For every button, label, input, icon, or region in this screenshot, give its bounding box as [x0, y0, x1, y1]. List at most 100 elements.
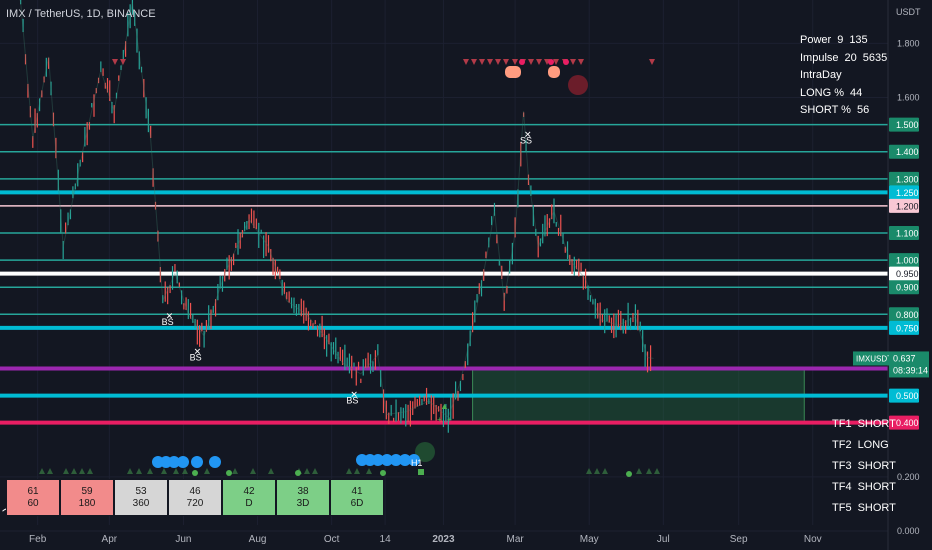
timeframe-box-top: 53: [135, 485, 147, 497]
signal-blob: [548, 66, 560, 78]
timeframe-signal: SHORT: [857, 418, 896, 430]
timeframe-box-bottom: 60: [27, 497, 39, 509]
timeframe-row: TF1 SHORT: [832, 414, 896, 435]
stats-label: IntraDay: [800, 69, 842, 81]
level-label: 1.400: [896, 147, 919, 157]
level-label: 0.500: [896, 391, 919, 401]
timeframe-box: 46 720: [168, 479, 222, 516]
signal-dot: [548, 59, 554, 65]
green-dot: [380, 470, 386, 476]
plus-icon: +: [437, 415, 442, 424]
level-label: 0.900: [896, 283, 919, 293]
stats-v1: 56: [856, 104, 870, 116]
signal-dot: [519, 59, 525, 65]
stats-row: SHORT % 56: [800, 102, 887, 120]
timeframe-label: TF1: [832, 418, 852, 430]
timeframe-box-bottom: 6D: [350, 497, 364, 509]
axis-currency-label: USDT: [896, 7, 921, 17]
timeframe-box-bottom: 3D: [296, 497, 310, 509]
signal-marker-label: BS: [190, 352, 202, 362]
blue-signal: [177, 456, 189, 468]
signal-blob: [505, 66, 521, 78]
timeframe-label: TF4: [832, 481, 852, 493]
time-tick-label: 2023: [432, 534, 455, 545]
stats-v2: 5635: [862, 51, 888, 64]
time-tick-label: Nov: [804, 534, 822, 545]
stats-label: SHORT %: [800, 104, 851, 116]
green-dot: [626, 471, 632, 477]
timeframe-box: 42 D: [222, 479, 276, 516]
time-tick-label: May: [580, 534, 599, 545]
green-dot: [226, 470, 232, 476]
price-tick-label: 1.800: [897, 38, 920, 48]
current-price-label: 0.637: [893, 353, 916, 363]
level-label: 1.250: [896, 188, 919, 198]
time-tick-label: Apr: [102, 534, 118, 545]
time-tick-label: Oct: [324, 534, 340, 545]
stats-row: Impulse 20 5635: [800, 50, 887, 68]
signal-circle: [568, 75, 588, 95]
price-tick-label: 0.200: [897, 472, 920, 482]
symbol-title[interactable]: IMX / TetherUS, 1D, BINANCE: [6, 8, 156, 20]
timeframe-signal: SHORT: [857, 481, 896, 493]
timeframe-box-top: 38: [297, 485, 309, 497]
timeframe-box-top: 42: [243, 485, 255, 497]
timeframe-box-bottom: 180: [78, 497, 96, 509]
stats-row: LONG % 44: [800, 85, 887, 103]
stats-label: Impulse: [800, 51, 839, 64]
timeframe-row: TF4 SHORT: [832, 477, 896, 498]
time-tick-label: Feb: [29, 534, 47, 545]
timeframe-box-top: 61: [27, 485, 39, 497]
stats-row: Power 9 135: [800, 32, 887, 50]
level-label: 0.950: [896, 269, 919, 279]
level-label: 1.300: [896, 174, 919, 184]
level-label: 1.100: [896, 229, 919, 239]
time-tick-label: 14: [380, 534, 392, 545]
stats-v2: 135: [849, 34, 868, 46]
level-label: 1.500: [896, 120, 919, 130]
stats-row: IntraDay: [800, 67, 887, 85]
timeframe-box-top: 46: [189, 485, 201, 497]
timeframe-row: TF2 LONG: [832, 435, 896, 456]
stats-panel: Power 9 135 Impulse 20 5635 IntraDay LONG % 44 SH…: [800, 32, 887, 120]
timeframe-box-bottom: 720: [186, 497, 204, 509]
signal-dot: [563, 59, 569, 65]
time-tick-label: Jun: [175, 534, 191, 545]
plus-icon: +: [447, 415, 452, 424]
timeframe-signal: SHORT: [857, 502, 896, 514]
price-tick-label: 1.600: [897, 93, 920, 103]
timeframe-box: 41 6D: [330, 479, 384, 516]
stats-v1: 20: [844, 51, 857, 64]
timeframe-label: TF2: [832, 439, 852, 451]
stats-v1: 44: [850, 86, 863, 99]
timeframe-box-bottom: D: [245, 497, 253, 509]
stats-label: LONG %: [800, 86, 845, 99]
signal-marker-label: SS: [520, 136, 532, 146]
level-label: 1.000: [896, 256, 919, 266]
green-square: [418, 469, 424, 475]
price-chart[interactable]: 1.500 1.400 1.300 1.250 1.200 1.100 1.000 0.950…: [0, 0, 932, 550]
signal-marker-label: BS: [346, 396, 358, 406]
symbol-tag-label: IMXUSDT: [856, 354, 892, 363]
level-label: 0.400: [896, 418, 919, 428]
stats-label: Power: [800, 34, 832, 46]
timeframe-row: TF5 SHORT: [832, 498, 896, 519]
timeframe-label: TF5: [832, 502, 852, 514]
blue-signal: [209, 456, 221, 468]
signal-marker-label: BS: [162, 317, 174, 327]
timeframe-label: TF3: [832, 460, 852, 472]
up-arrow-icon: ▲: [440, 401, 449, 411]
green-dot: [192, 470, 198, 476]
time-tick-label: Mar: [507, 534, 525, 545]
blue-signal: [191, 456, 203, 468]
timeframe-signal: LONG: [857, 439, 889, 451]
level-label: 0.800: [896, 310, 919, 320]
timeframe-box: 61 60: [6, 479, 60, 516]
timeframe-row: TF3 SHORT: [832, 456, 896, 477]
timeframe-box: 59 180: [60, 479, 114, 516]
timeframe-box-top: 59: [81, 485, 93, 497]
timeframe-box: 38 3D: [276, 479, 330, 516]
level-label: 0.750: [896, 323, 919, 333]
stats-v1: 9: [837, 34, 844, 46]
green-dot: [295, 470, 301, 476]
